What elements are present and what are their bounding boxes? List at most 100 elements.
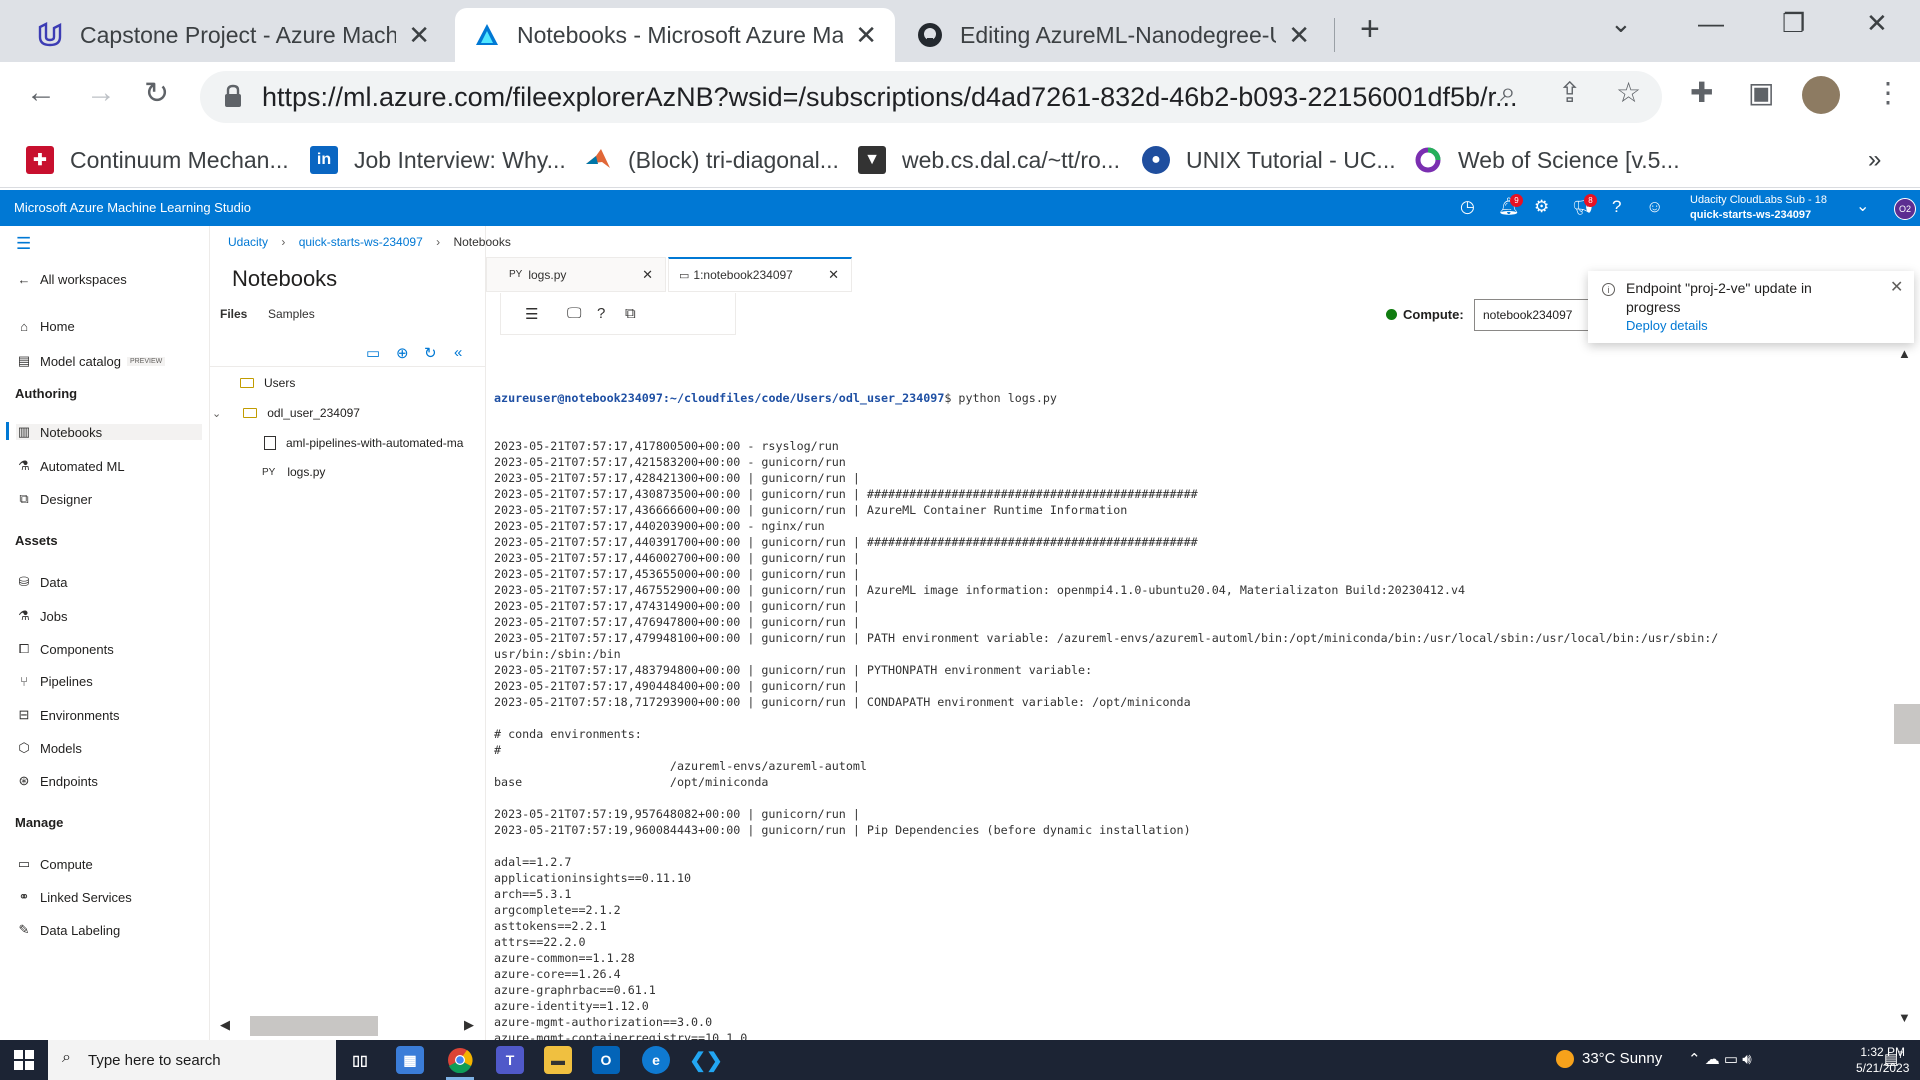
nav-notebooks[interactable]: ▥ Notebooks (16, 424, 202, 440)
vertical-scrollbar[interactable]: ▲ ▼ (1890, 346, 1920, 1038)
nav-models[interactable]: ⬡ Models (16, 740, 82, 756)
windows-start-icon[interactable] (14, 1050, 34, 1070)
help-question-icon[interactable]: ? (1612, 197, 1621, 217)
new-tab-plus-icon[interactable]: + (1360, 10, 1380, 49)
kebab-menu-icon[interactable]: ⋮ (1874, 76, 1902, 109)
close-icon[interactable]: ✕ (828, 267, 839, 283)
nav-environments[interactable]: ⊟ Environments (16, 707, 120, 723)
brand-title[interactable]: Microsoft Azure Machine Learning Studio (14, 200, 251, 215)
refresh-icon[interactable]: ↻ (424, 344, 437, 362)
nav-components[interactable]: ⧠ Components (16, 641, 114, 657)
bookmark-dal[interactable]: ▼ web.cs.dal.ca/~tt/ro... (858, 140, 1120, 180)
hamburger-menu-icon[interactable]: ☰ (16, 234, 31, 254)
nav-data[interactable]: ⛁ Data (16, 574, 68, 590)
nav-data-labeling[interactable]: ✎ Data Labeling (16, 922, 121, 938)
notifications-bell-icon[interactable]: 🔔︎ 9 (1498, 194, 1523, 217)
bookmark-linkedin[interactable]: in Job Interview: Why... (310, 140, 566, 180)
account-switcher[interactable]: Udacity CloudLabs Sub - 18 quick-starts-… (1690, 193, 1827, 223)
nav-compute[interactable]: ▭ Compute (16, 856, 93, 872)
horizontal-scrollbar[interactable]: ◀ ▶ (214, 1016, 476, 1036)
add-circle-icon[interactable]: ⊕ (396, 344, 409, 362)
nav-model-catalog[interactable]: ▤ Model catalog PREVIEW (16, 353, 166, 369)
store-icon[interactable]: ▦ (396, 1046, 424, 1074)
deploy-details-link[interactable]: Deploy details (1626, 318, 1708, 333)
outlook-icon[interactable]: O (592, 1046, 620, 1074)
close-icon[interactable]: ✕ (408, 20, 430, 51)
close-icon[interactable]: ✕ (642, 267, 653, 283)
back-arrow-icon[interactable]: ← (26, 76, 56, 110)
compute-select[interactable]: notebook234097 (1474, 299, 1590, 331)
tab-files[interactable]: Files (220, 307, 247, 321)
scroll-down-icon[interactable]: ▼ (1898, 1010, 1911, 1025)
close-icon[interactable]: ✕ (1890, 277, 1903, 297)
vscode-icon[interactable]: ❮❯ (689, 1046, 723, 1074)
monitor-icon[interactable]: 🖵︎ (567, 305, 581, 322)
address-bar[interactable]: https://ml.azure.com/fileexplorerAzNB?ws… (200, 71, 1662, 123)
browser-tab-notebooks[interactable]: Notebooks - Microsoft Azure Ma ✕ (455, 8, 895, 62)
breadcrumb-udacity[interactable]: Udacity (228, 235, 268, 249)
close-icon[interactable]: ✕ (855, 20, 877, 51)
tray-icons[interactable]: ⌃ ☁ ▭ 🔊︎ (1688, 1050, 1752, 1068)
scroll-left-icon[interactable]: ◀ (220, 1017, 230, 1033)
create-file-icon[interactable]: ▭ (366, 344, 380, 362)
forward-arrow-icon[interactable]: → (86, 76, 116, 110)
taskbar-search[interactable]: ⌕ Type here to search (48, 1040, 336, 1080)
more-bookmarks-chevron-icon[interactable]: » (1868, 140, 1881, 180)
bookmark-matlab[interactable]: (Block) tri-diagonal... (584, 140, 839, 180)
bookmark-wos[interactable]: Web of Science [v.5... (1414, 140, 1680, 180)
tab-search-chevron-icon[interactable]: ⌄ (1610, 8, 1632, 39)
tree-file-pipeline-notebook[interactable]: aml-pipelines-with-automated-ma (264, 436, 463, 450)
task-view-icon[interactable]: ▯▯ (346, 1046, 374, 1074)
breadcrumb-workspace[interactable]: quick-starts-ws-234097 (299, 235, 423, 249)
scrollbar-thumb[interactable] (1894, 704, 1920, 744)
tree-folder-users[interactable]: Users (240, 376, 295, 390)
extensions-puzzle-icon[interactable]: ✚ (1690, 76, 1713, 109)
side-panel-icon[interactable]: ▣ (1748, 76, 1774, 109)
nav-linked-services[interactable]: ⚭ Linked Services (16, 889, 132, 905)
terminal-output[interactable]: azureuser@notebook234097:~/cloudfiles/co… (494, 358, 1890, 1040)
restore-icon[interactable]: ❐ (1782, 8, 1805, 39)
account-chevron-down-icon[interactable]: ⌄ (1856, 196, 1869, 216)
window-close-icon[interactable]: ✕ (1866, 8, 1888, 39)
browser-tab-github[interactable]: Editing AzureML-Nanodegree-Uc ✕ (898, 8, 1328, 62)
announcement-megaphone-icon[interactable]: 📢︎ 8 (1572, 194, 1597, 217)
tree-file-logs[interactable]: PY logs.py (262, 465, 325, 479)
profile-avatar[interactable] (1802, 76, 1840, 114)
reload-icon[interactable]: ↻ (144, 76, 169, 111)
avatar[interactable]: O2 (1894, 198, 1916, 220)
close-icon[interactable]: ✕ (1288, 20, 1310, 51)
tab-samples[interactable]: Samples (268, 307, 315, 321)
scrollbar-thumb[interactable] (250, 1016, 378, 1036)
nav-jobs[interactable]: ⚗ Jobs (16, 608, 67, 624)
help-question-icon[interactable]: ? (597, 305, 605, 322)
settings-gear-icon[interactable]: ⚙ (1534, 197, 1549, 217)
feedback-smiley-icon[interactable]: ☺ (1646, 197, 1663, 217)
browser-tab-capstone[interactable]: Capstone Project - Azure Machin ✕ (18, 8, 448, 62)
nav-pipelines[interactable]: ⑂ Pipelines (16, 674, 93, 689)
nav-all-workspaces[interactable]: ← All workspaces (16, 272, 127, 287)
bookmark-continuum[interactable]: ✚ Continuum Mechan... (26, 140, 289, 180)
scroll-up-icon[interactable]: ▲ (1898, 346, 1911, 361)
bookmark-star-icon[interactable]: ☆ (1616, 76, 1641, 109)
nav-automated-ml[interactable]: ⚗ Automated ML (16, 458, 124, 474)
nav-designer[interactable]: ⧉ Designer (16, 491, 92, 507)
bookmark-unix[interactable]: ● UNIX Tutorial - UC... (1142, 140, 1396, 180)
menu-lines-icon[interactable]: ☰ (525, 305, 538, 323)
history-clock-icon[interactable]: ◷ (1460, 197, 1475, 217)
tree-folder-user[interactable]: ⌄ odl_user_234097 (212, 406, 360, 420)
teams-icon[interactable]: T (496, 1046, 524, 1074)
weather-widget[interactable]: 33°C Sunny (1556, 1050, 1662, 1069)
action-center-icon[interactable]: ▤7 (1884, 1050, 1903, 1068)
share-icon[interactable]: ⇪ (1558, 76, 1581, 109)
edge-icon[interactable]: e (642, 1046, 670, 1074)
nav-endpoints[interactable]: ⊛ Endpoints (16, 773, 98, 789)
editor-tab-logs[interactable]: PY logs.py ✕ (486, 257, 666, 292)
open-external-icon[interactable]: ⧉ (625, 305, 636, 322)
editor-tab-terminal[interactable]: ▭ 1:notebook234097 ✕ (668, 257, 852, 292)
chrome-icon[interactable] (446, 1046, 474, 1074)
file-explorer-icon[interactable]: ▬ (544, 1046, 572, 1074)
collapse-double-chevron-icon[interactable]: « (454, 344, 462, 361)
nav-home[interactable]: ⌂ Home (16, 319, 75, 334)
minimize-icon[interactable]: — (1698, 8, 1724, 39)
scroll-right-icon[interactable]: ▶ (464, 1017, 474, 1033)
